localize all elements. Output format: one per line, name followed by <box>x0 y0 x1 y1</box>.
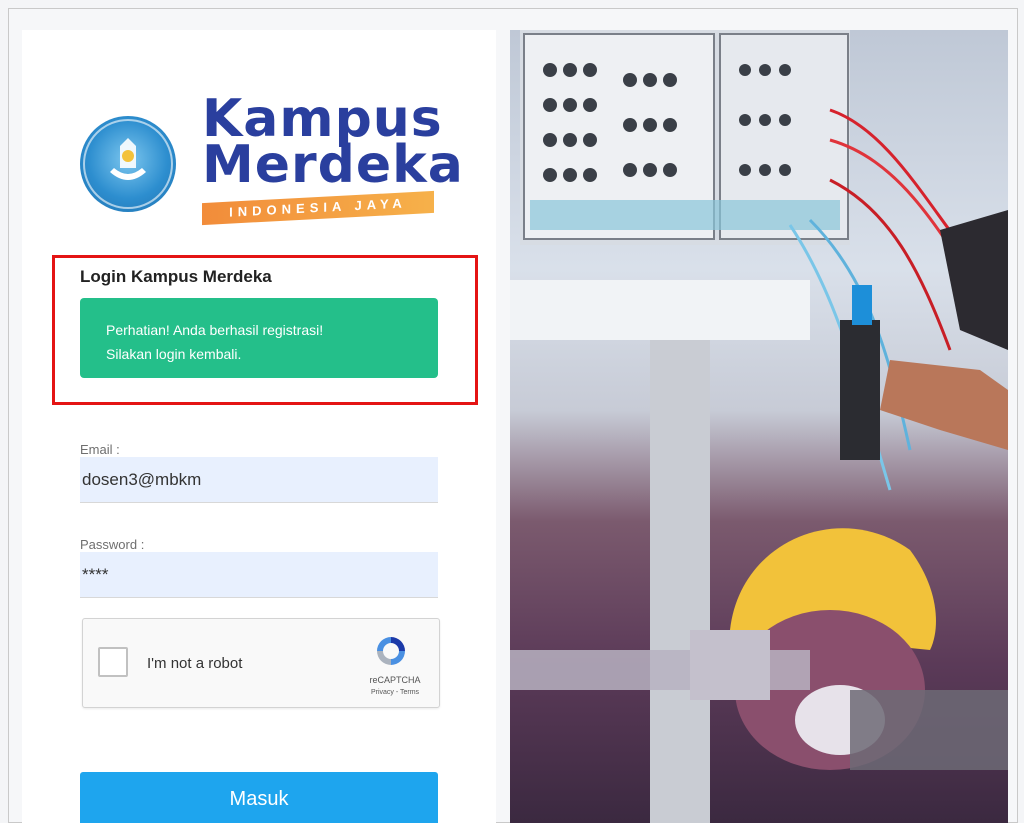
logo-merdeka-text: Merdeka <box>202 135 464 195</box>
alert-line-1: Perhatian! Anda berhasil registrasi! <box>106 322 324 338</box>
password-field[interactable] <box>80 552 438 598</box>
logo-tagline: INDONESIA JAYA <box>202 190 434 226</box>
alert-line-2: Silakan login kembali. <box>106 346 242 362</box>
recaptcha-label: I'm not a robot <box>147 655 243 672</box>
email-field[interactable] <box>80 457 438 503</box>
recaptcha-brand: reCAPTCHA <box>369 675 421 685</box>
masuk-button[interactable]: Masuk <box>80 772 438 823</box>
recaptcha-checkbox[interactable] <box>98 647 128 677</box>
login-title: Login Kampus Merdeka <box>80 267 272 286</box>
tut-wuri-handayani-emblem-icon <box>80 116 176 212</box>
kampus-merdeka-logo: Kampus Merdeka INDONESIA JAYA <box>80 92 463 232</box>
email-label: Email : <box>80 442 120 457</box>
recaptcha-widget: I'm not a robot reCAPTCHA Privacy - Term… <box>82 618 440 708</box>
hero-photo-icon <box>510 30 1008 823</box>
recaptcha-links[interactable]: Privacy - Terms <box>355 689 435 696</box>
success-alert: Perhatian! Anda berhasil registrasi! Sil… <box>80 298 438 378</box>
recaptcha-icon <box>373 633 409 669</box>
password-label: Password : <box>80 537 145 552</box>
